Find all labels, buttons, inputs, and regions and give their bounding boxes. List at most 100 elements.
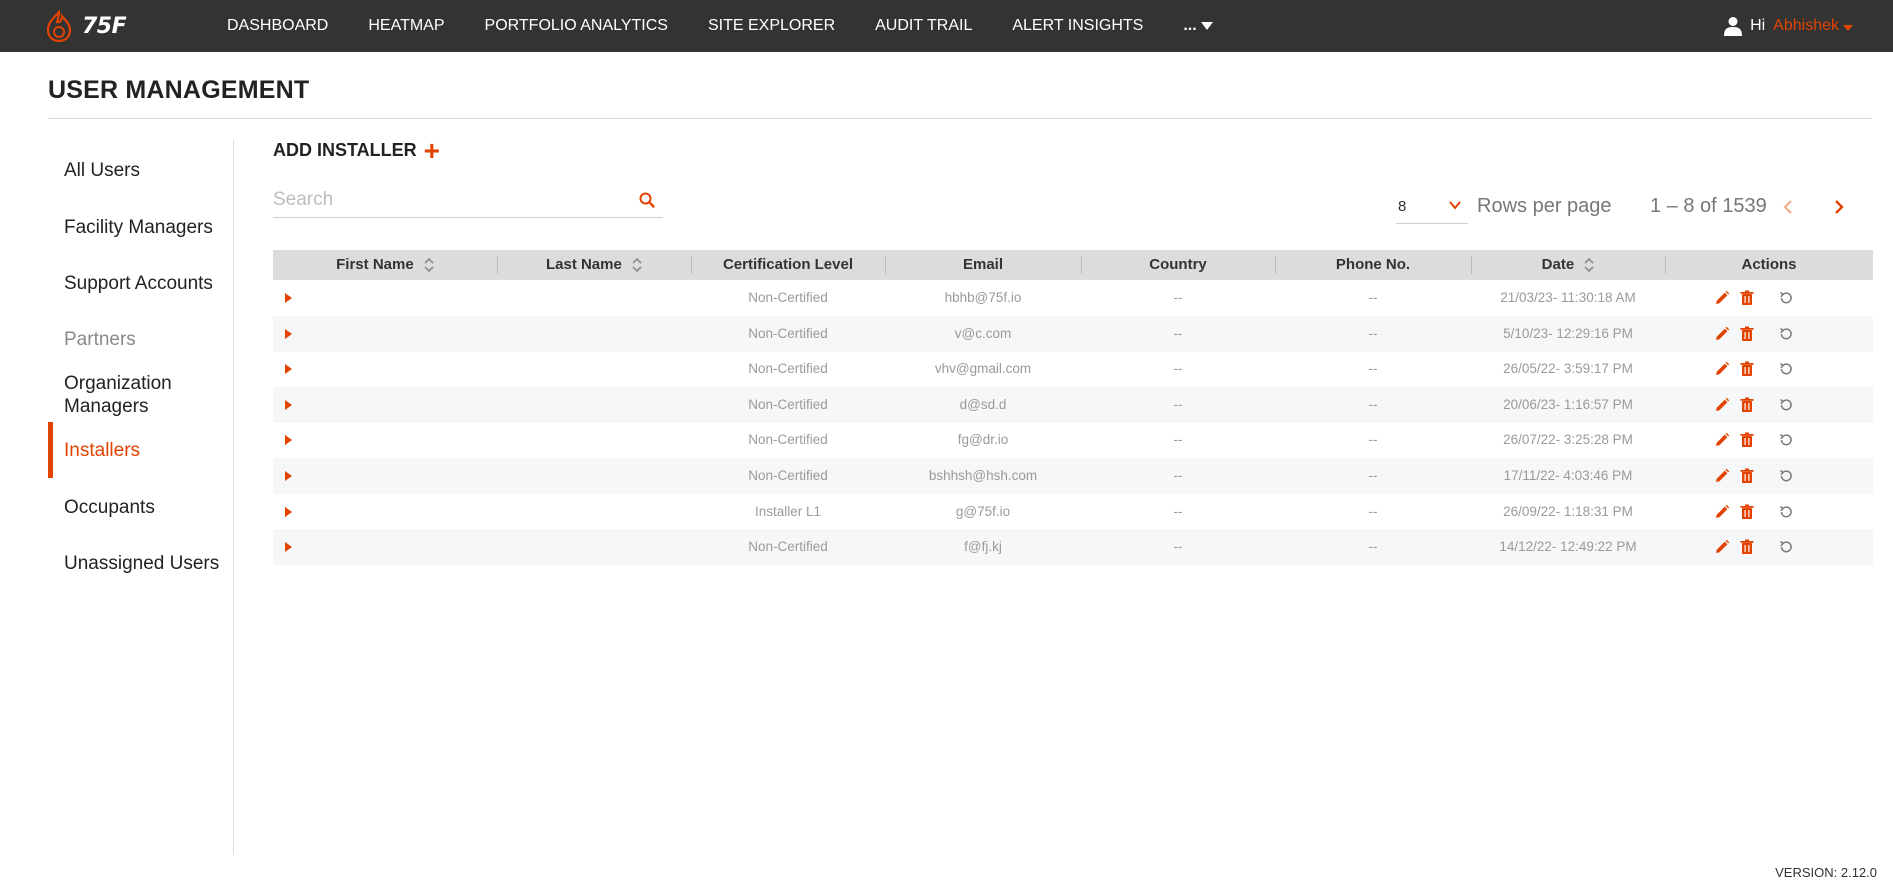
column-header-last-name[interactable]: Last Name — [497, 250, 691, 280]
reset-icon[interactable] — [1778, 397, 1794, 413]
rows-per-page-value: 8 — [1398, 198, 1407, 215]
delete-icon[interactable] — [1739, 290, 1755, 306]
edit-icon[interactable] — [1714, 397, 1730, 413]
user-name[interactable]: Abhishek — [1773, 17, 1839, 35]
sidebar-item-occupants[interactable]: Occupants — [48, 496, 234, 519]
reset-icon[interactable] — [1778, 504, 1794, 520]
cell-phone: -- — [1368, 432, 1378, 448]
nav-portfolio-analytics[interactable]: PORTFOLIO ANALYTICS — [485, 17, 668, 35]
expand-row-icon[interactable] — [285, 328, 292, 339]
sidebar-item-installers[interactable]: Installers — [48, 422, 234, 478]
column-header-country: Country — [1149, 256, 1207, 273]
reset-icon[interactable] — [1778, 539, 1794, 555]
sidebar-item-unassigned-users[interactable]: Unassigned Users — [48, 552, 234, 575]
column-header-actions: Actions — [1741, 256, 1797, 273]
cell-first-name — [303, 458, 497, 494]
cell-email: d@sd.d — [959, 396, 1007, 412]
expand-row-icon[interactable] — [285, 293, 292, 303]
version-label: VERSION: 2.12.0 — [1775, 865, 1877, 880]
delete-icon[interactable] — [1739, 539, 1755, 555]
nav-audit-trail[interactable]: AUDIT TRAIL — [875, 17, 972, 35]
nav-site-explorer[interactable]: SITE EXPLORER — [708, 17, 835, 35]
delete-icon[interactable] — [1739, 326, 1755, 342]
expand-row-icon[interactable] — [285, 506, 292, 517]
cell-phone: -- — [1368, 396, 1378, 412]
chevron-left-icon[interactable] — [1776, 195, 1800, 219]
sidebar-item-facility-managers[interactable]: Facility Managers — [48, 216, 234, 239]
nav-more-label: ... — [1183, 17, 1197, 34]
cell-phone: -- — [1368, 290, 1378, 305]
chevron-right-icon[interactable] — [1827, 195, 1851, 219]
edit-icon[interactable] — [1714, 504, 1730, 520]
brand-logo[interactable]: 75F — [44, 8, 127, 44]
table-row: Non-Certified d@sd.d -- -- 20/06/23- 1:16:57… — [273, 386, 1873, 423]
cell-first-name — [303, 280, 497, 316]
delete-icon[interactable] — [1739, 361, 1755, 377]
sidebar-item-support-accounts[interactable]: Support Accounts — [48, 272, 234, 295]
nav-heatmap[interactable]: HEATMAP — [368, 17, 444, 35]
reset-icon[interactable] — [1778, 326, 1794, 342]
cell-email: vhv@gmail.com — [934, 361, 1032, 377]
edit-icon[interactable] — [1714, 326, 1730, 342]
search-input[interactable] — [273, 184, 623, 216]
edit-icon[interactable] — [1714, 539, 1730, 555]
edit-icon[interactable] — [1714, 468, 1730, 484]
edit-icon[interactable] — [1714, 432, 1730, 448]
delete-icon[interactable] — [1739, 504, 1755, 520]
table-header: First Name Last Name Certification Level… — [273, 250, 1873, 280]
cell-first-name — [303, 494, 497, 530]
search-icon[interactable] — [637, 190, 657, 210]
expand-row-icon[interactable] — [285, 435, 292, 446]
column-header-email: Email — [962, 256, 1004, 273]
nav-alert-insights[interactable]: ALERT INSIGHTS — [1012, 17, 1143, 35]
sort-icon[interactable] — [424, 257, 434, 273]
delete-icon[interactable] — [1739, 468, 1755, 484]
expand-row-icon[interactable] — [285, 542, 292, 553]
add-installer-label: ADD INSTALLER — [273, 140, 417, 160]
nav-dashboard[interactable]: DASHBOARD — [227, 17, 328, 35]
edit-icon[interactable] — [1714, 361, 1730, 377]
table-row: Non-Certified hbhb@75f.io -- -- 21/03/23- 11… — [273, 280, 1873, 316]
nav-more-menu[interactable]: ... — [1183, 17, 1213, 35]
cell-phone: -- — [1368, 539, 1378, 555]
cell-date: 14/12/22- 12:49:22 PM — [1499, 539, 1637, 555]
cell-last-name — [497, 422, 691, 458]
expand-row-icon[interactable] — [285, 364, 292, 375]
user-menu[interactable]: Hi Abhishek — [1724, 0, 1853, 52]
cell-last-name — [497, 280, 691, 316]
cell-certification-level: Installer L1 — [754, 503, 822, 519]
sidebar: All Users Facility Managers Support Acco… — [48, 140, 234, 855]
delete-icon[interactable] — [1739, 397, 1755, 413]
sort-icon[interactable] — [1584, 257, 1594, 273]
cell-email: f@fj.kj — [964, 539, 1002, 555]
cell-last-name — [497, 458, 691, 494]
cell-last-name — [497, 529, 691, 565]
cell-phone: -- — [1368, 503, 1378, 519]
rows-per-page-select[interactable]: 8 — [1396, 190, 1468, 224]
cell-first-name — [303, 422, 497, 458]
reset-icon[interactable] — [1778, 468, 1794, 484]
cell-certification-level: Non-Certified — [748, 325, 828, 341]
sidebar-item-organization-managers[interactable]: Organization Managers — [48, 372, 218, 418]
delete-icon[interactable] — [1739, 432, 1755, 448]
expand-row-icon[interactable] — [285, 471, 292, 481]
column-header-first-name[interactable]: First Name — [273, 250, 497, 280]
table-row: Non-Certified fg@dr.io -- -- 26/07/22- 3:25:… — [273, 422, 1873, 458]
reset-icon[interactable] — [1778, 290, 1794, 306]
cell-date: 20/06/23- 1:16:57 PM — [1503, 396, 1633, 412]
cell-first-name — [303, 351, 497, 387]
cell-date: 5/10/23- 12:29:16 PM — [1503, 325, 1633, 341]
cell-date: 26/07/22- 3:25:28 PM — [1503, 432, 1633, 448]
sort-icon[interactable] — [632, 257, 642, 273]
sidebar-item-all-users[interactable]: All Users — [48, 159, 234, 182]
expand-row-icon[interactable] — [285, 399, 292, 410]
reset-icon[interactable] — [1778, 361, 1794, 377]
flame-logo-icon — [46, 10, 72, 42]
cell-country: -- — [1173, 539, 1183, 555]
reset-icon[interactable] — [1778, 432, 1794, 448]
column-header-date[interactable]: Date — [1471, 250, 1665, 280]
cell-first-name — [303, 316, 497, 352]
cell-email: fg@dr.io — [957, 432, 1009, 448]
add-installer-button[interactable]: ADD INSTALLER + — [273, 136, 440, 164]
edit-icon[interactable] — [1714, 290, 1730, 306]
